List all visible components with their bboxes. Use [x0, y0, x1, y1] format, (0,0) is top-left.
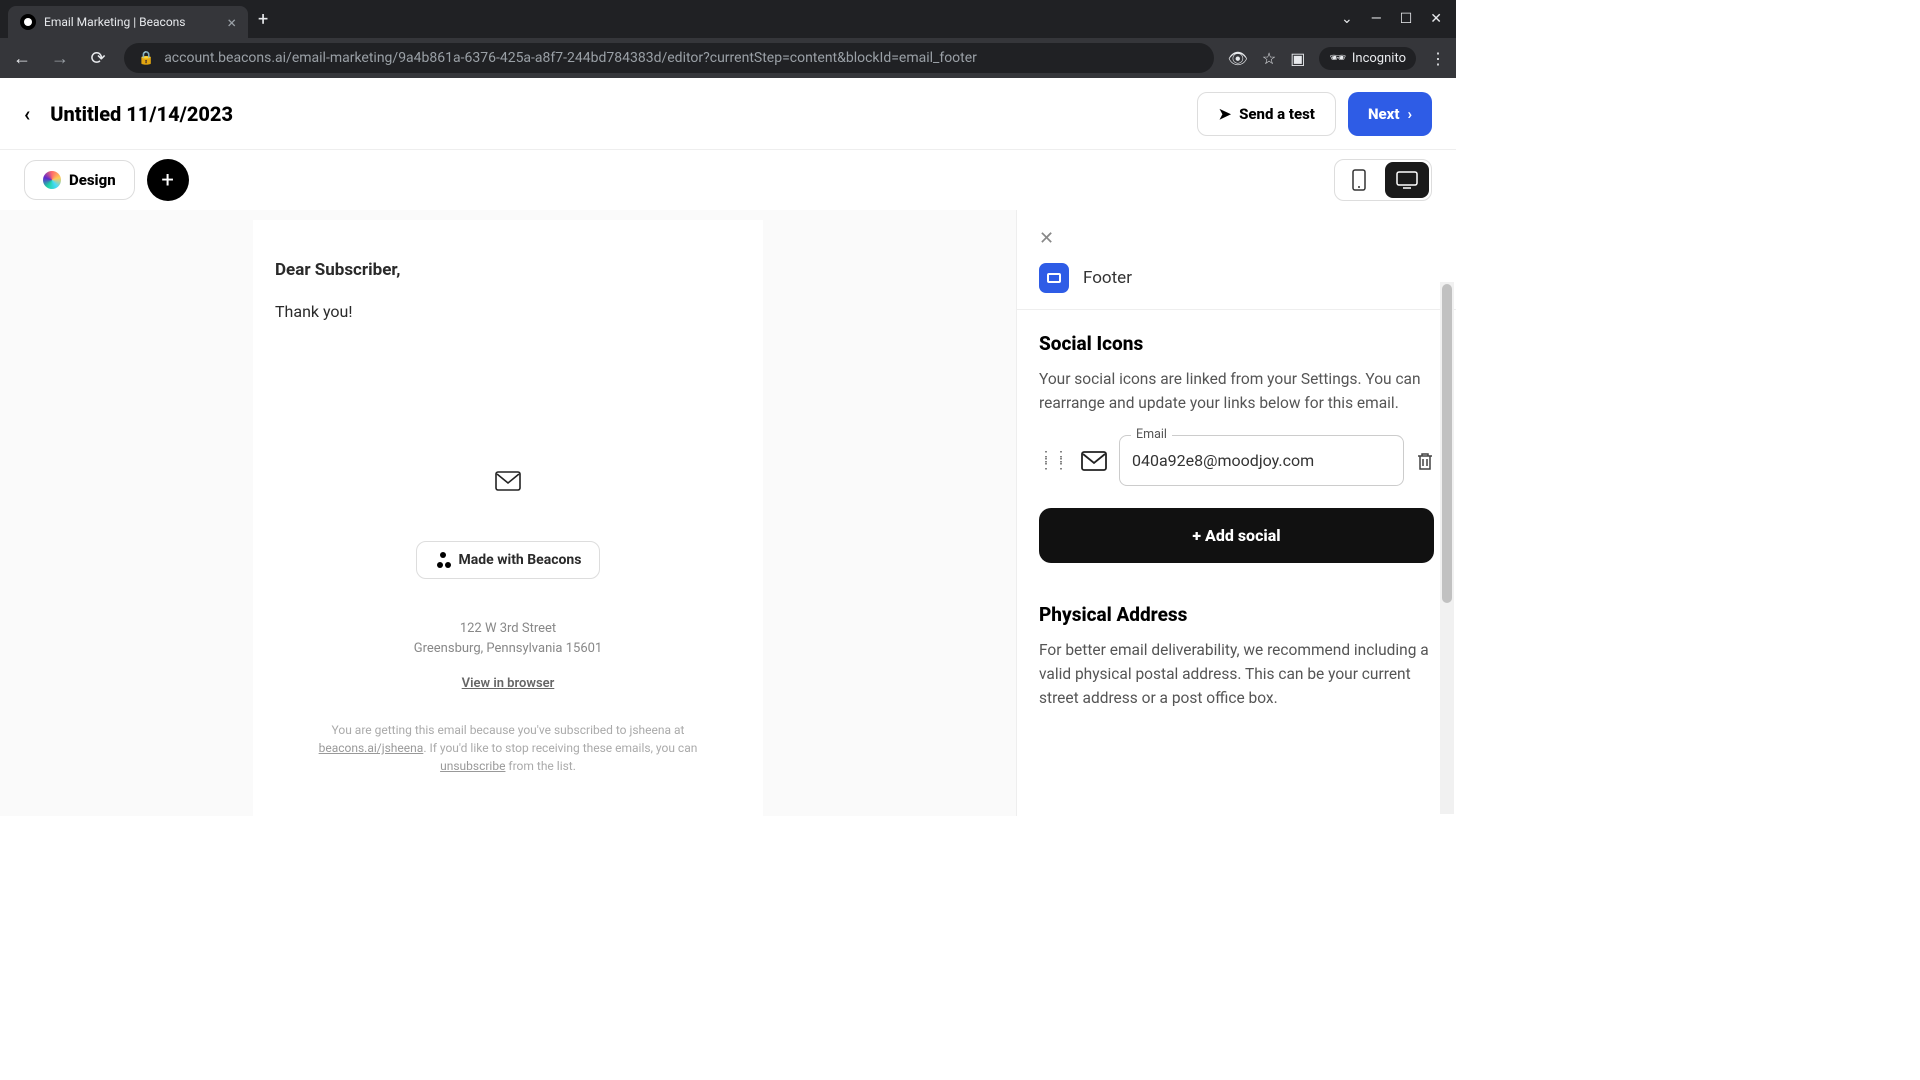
kebab-menu-icon[interactable]: ⋮: [1430, 49, 1446, 68]
view-in-browser-link[interactable]: View in browser: [275, 676, 741, 691]
footer-fine-print: You are getting this email because you'v…: [275, 721, 741, 775]
forward-icon[interactable]: →: [48, 48, 72, 69]
eye-off-icon[interactable]: 👁: [1228, 49, 1248, 68]
email-greeting: Dear Subscriber,: [275, 260, 741, 280]
social-item-row: ⋮⋮⋮⋮ Email: [1039, 435, 1434, 486]
drag-handle-icon[interactable]: ⋮⋮⋮⋮: [1039, 454, 1069, 468]
tab-title: Email Marketing | Beacons: [44, 15, 219, 29]
minimize-icon[interactable]: —: [1371, 11, 1382, 27]
window-controls: ⌄ — ☐ ✕: [1341, 0, 1456, 38]
lock-icon: 🔒: [138, 51, 154, 66]
footer-block-icon: [1039, 263, 1069, 293]
social-icons-heading: Social Icons: [1039, 332, 1434, 355]
social-icons-description: Your social icons are linked from your S…: [1039, 367, 1434, 415]
url-text: account.beacons.ai/email-marketing/9a4b8…: [164, 50, 1199, 66]
favicon-icon: [20, 14, 36, 30]
physical-address-heading: Physical Address: [1039, 603, 1434, 626]
maximize-icon[interactable]: ☐: [1400, 11, 1413, 27]
dropdown-icon[interactable]: ⌄: [1341, 11, 1353, 27]
block-settings-panel: ✕ Footer Social Icons Your social icons …: [1016, 210, 1456, 816]
address-bar: ← → ⟳ 🔒 account.beacons.ai/email-marketi…: [0, 38, 1456, 78]
desktop-icon: [1396, 171, 1418, 189]
close-panel-icon[interactable]: ✕: [1039, 228, 1054, 249]
next-button[interactable]: Next ›: [1348, 92, 1432, 136]
canvas-area: Dear Subscriber, Thank you! Made with Be…: [0, 210, 1016, 816]
palette-icon: [43, 171, 61, 189]
new-tab-button[interactable]: +: [248, 5, 278, 34]
email-canvas[interactable]: Dear Subscriber, Thank you! Made with Be…: [253, 220, 763, 816]
email-body: Thank you!: [275, 302, 741, 321]
profile-link[interactable]: beacons.ai/jsheena: [319, 741, 424, 755]
browser-tab-strip: Email Marketing | Beacons × + ⌄ — ☐ ✕: [0, 0, 1456, 38]
app-header: ‹ Untitled 11/14/2023 ➤ Send a test Next…: [0, 78, 1456, 150]
extensions-icon[interactable]: ▣: [1290, 49, 1305, 68]
send-icon: ➤: [1218, 105, 1231, 123]
scrollbar-track[interactable]: [1440, 282, 1454, 814]
footer-email-icon: [275, 471, 741, 491]
social-email-input[interactable]: [1119, 435, 1404, 486]
scrollbar-thumb[interactable]: [1442, 284, 1452, 603]
incognito-icon: 🕶: [1329, 51, 1346, 66]
delete-social-icon[interactable]: [1416, 451, 1434, 471]
beacons-logo-icon: [435, 552, 451, 568]
design-button[interactable]: Design: [24, 160, 135, 200]
close-window-icon[interactable]: ✕: [1430, 11, 1442, 27]
desktop-view-button[interactable]: [1385, 162, 1429, 198]
editor-toolbar: Design +: [0, 150, 1456, 210]
incognito-chip[interactable]: 🕶 Incognito: [1319, 47, 1416, 70]
panel-title: Footer: [1083, 268, 1132, 288]
mobile-icon: [1352, 169, 1366, 191]
url-input[interactable]: 🔒 account.beacons.ai/email-marketing/9a4…: [124, 43, 1214, 73]
back-chevron-icon[interactable]: ‹: [24, 102, 30, 126]
panel-scroll-area[interactable]: Social Icons Your social icons are linke…: [1017, 309, 1456, 816]
close-tab-icon[interactable]: ×: [227, 13, 236, 32]
email-icon: [1081, 451, 1107, 471]
send-test-button[interactable]: ➤ Send a test: [1197, 92, 1335, 136]
email-input-label: Email: [1131, 427, 1172, 442]
add-block-button[interactable]: +: [147, 159, 189, 201]
unsubscribe-link[interactable]: unsubscribe: [440, 759, 505, 773]
made-with-badge[interactable]: Made with Beacons: [416, 541, 601, 579]
view-toggle: [1334, 159, 1432, 201]
browser-tab[interactable]: Email Marketing | Beacons ×: [8, 6, 248, 38]
bookmark-icon[interactable]: ☆: [1262, 49, 1276, 68]
physical-address-description: For better email deliverability, we reco…: [1039, 638, 1434, 710]
chevron-right-icon: ›: [1407, 105, 1412, 123]
document-title[interactable]: Untitled 11/14/2023: [50, 102, 233, 126]
editor-main: Dear Subscriber, Thank you! Made with Be…: [0, 210, 1456, 816]
reload-icon[interactable]: ⟳: [86, 48, 110, 69]
back-icon[interactable]: ←: [10, 48, 34, 69]
footer-address: 122 W 3rd Street Greensburg, Pennsylvani…: [275, 619, 741, 658]
add-social-button[interactable]: + Add social: [1039, 508, 1434, 563]
mobile-view-button[interactable]: [1335, 160, 1383, 200]
